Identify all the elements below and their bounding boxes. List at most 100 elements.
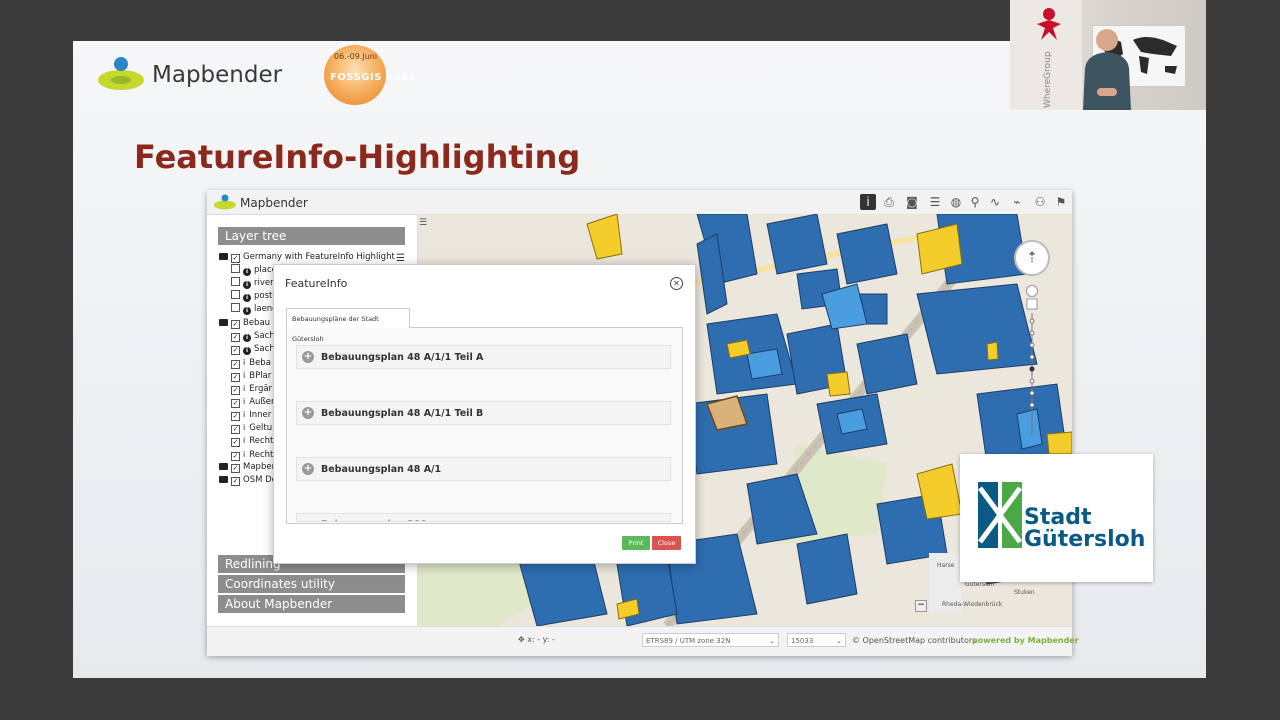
expand-icon[interactable]: + (302, 407, 314, 419)
rotate-control[interactable]: ⇡ (1014, 240, 1050, 276)
pin-icon[interactable]: ⚲ (967, 194, 983, 210)
presenter-picture (1083, 29, 1131, 110)
partner-logo-line2: Gütersloh (1024, 527, 1146, 552)
layer-checkbox[interactable]: ✓ (231, 372, 240, 382)
layer-tree-item[interactable]: ✓ Germany with FeatureInfo Highlight (219, 251, 395, 264)
layer-tree-item[interactable]: i rivers (231, 277, 278, 290)
coordinates-text: x: - y: - (527, 635, 555, 644)
powered-by[interactable]: powered by Mapbender (972, 636, 1079, 645)
expand-icon[interactable]: + (302, 463, 314, 475)
layer-checkbox[interactable]: ✓ (231, 476, 240, 486)
layer-checkbox[interactable]: ✓ (231, 359, 240, 369)
layer-label: Geltu (249, 423, 273, 434)
print-icon[interactable]: ⎙ (881, 194, 897, 210)
layer-checkbox[interactable] (231, 277, 240, 287)
wheregroup-logo-icon (1037, 8, 1061, 40)
panel-coordinates-utility[interactable]: Coordinates utility (218, 575, 405, 593)
layer-checkbox[interactable]: ✓ (231, 438, 240, 448)
layer-label: Recht (249, 449, 274, 460)
layer-tree-item[interactable]: ✓ Mapber (219, 461, 275, 474)
info-icon[interactable]: i (860, 194, 876, 210)
layer-checkbox[interactable]: ✓ (231, 345, 240, 355)
folder-icon[interactable] (219, 475, 228, 483)
folder-icon[interactable] (219, 253, 228, 260)
camera-icon[interactable]: ◙ (904, 194, 920, 210)
layer-checkbox[interactable]: ✓ (231, 451, 240, 461)
layer-tree-item[interactable]: ✓ i Recht (231, 434, 273, 448)
layer-checkbox[interactable]: ✓ (231, 463, 240, 473)
layer-tree-item[interactable]: i place (231, 264, 277, 277)
dialog-close-icon[interactable]: ✕ (670, 277, 683, 290)
info-icon[interactable]: i (243, 333, 251, 342)
map-attribution[interactable]: © OpenStreetMap contributors (852, 636, 976, 645)
info-toggle-icon[interactable]: i (243, 384, 245, 393)
info-icon[interactable]: i (243, 268, 251, 277)
sidebar-toggle-icon[interactable]: ☰ (419, 218, 429, 228)
expand-icon[interactable]: + (302, 351, 314, 363)
layer-checkbox[interactable]: ✓ (231, 319, 240, 329)
chevron-down-icon: ⌄ (769, 637, 775, 645)
legend-icon[interactable]: ☰ (927, 194, 943, 210)
info-icon[interactable]: i (243, 307, 251, 316)
info-toggle-icon[interactable]: i (243, 397, 245, 406)
layer-menu-icon[interactable]: ☰ (396, 253, 405, 264)
measure-area-icon[interactable]: ⌁ (1009, 194, 1025, 210)
fossgis-dates: 06.-09.Juni (334, 52, 378, 61)
layer-tree-item[interactable]: i postc (231, 290, 277, 303)
dialog-title: FeatureInfo (285, 277, 348, 290)
pin-tool-icon[interactable]: ⚑ (1053, 194, 1069, 210)
measure-line-icon[interactable]: ∿ (987, 194, 1003, 210)
layer-tree-header[interactable]: Layer tree (218, 227, 405, 245)
layer-checkbox[interactable] (231, 264, 240, 274)
feature-item[interactable]: Bebauungsplan 200 (296, 513, 671, 522)
feature-item[interactable]: Bebauungsplan 48 A/1/1 Teil B (296, 401, 671, 425)
info-icon[interactable]: i (243, 346, 251, 355)
zoom-out-icon[interactable]: − (915, 600, 927, 612)
layer-checkbox[interactable]: ✓ (231, 254, 240, 263)
overview-label: Gütersloh (965, 581, 995, 588)
folder-icon[interactable] (219, 462, 228, 470)
info-icon[interactable]: i (243, 294, 251, 303)
layer-checkbox[interactable]: ✓ (231, 412, 240, 422)
layer-tree-item[interactable]: ✓ i Ergär (231, 382, 272, 395)
layer-tree-item[interactable]: ✓ OSM De (219, 474, 277, 487)
layer-tree-item[interactable]: ✓ i Recht (231, 448, 273, 461)
globe-icon[interactable]: ◍ (948, 194, 964, 210)
mapbender-logo-icon (98, 57, 144, 90)
feature-item[interactable]: Bebauungsplan 48 A/1 (296, 457, 671, 481)
layer-checkbox[interactable]: ✓ (231, 386, 240, 395)
print-button[interactable]: Print (622, 536, 650, 550)
app-logo-icon (214, 194, 236, 210)
tab-bebauungsplaene[interactable]: Bebauungspläne der Stadt Gütersloh (286, 308, 410, 343)
layer-tree-item[interactable]: i laenc (231, 303, 277, 316)
layer-checkbox[interactable] (231, 303, 240, 313)
webcam-brand: WhereGroup (1043, 51, 1053, 108)
info-icon[interactable]: i (243, 281, 251, 290)
layer-tree-item[interactable]: ✓ Bebau (219, 317, 270, 330)
coordinates-display: ✥ x: - y: - (518, 635, 555, 644)
layer-tree-item[interactable]: ✓ i Beba (231, 356, 271, 369)
panel-about-mapbender[interactable]: About Mapbender (218, 595, 405, 613)
info-toggle-icon[interactable]: i (243, 423, 245, 432)
info-toggle-icon[interactable]: i (243, 450, 245, 459)
info-toggle-icon[interactable]: i (243, 436, 245, 445)
scale-select[interactable]: 15033 ⌄ (787, 633, 846, 647)
feature-item[interactable]: Bebauungsplan 48 A/1/1 Teil A (296, 345, 671, 369)
folder-icon[interactable] (219, 318, 228, 326)
info-toggle-icon[interactable]: i (243, 410, 245, 419)
layer-checkbox[interactable]: ✓ (231, 399, 240, 409)
layer-tree-item[interactable]: ✓ i Geltu (231, 421, 273, 435)
layer-tree-item[interactable]: ✓ i Inner (231, 408, 271, 422)
srs-select[interactable]: ETRS89 / UTM zone 32N ⌄ (642, 633, 779, 647)
zoom-slider[interactable] (1026, 285, 1038, 445)
crosshair-icon: ✥ (518, 635, 528, 644)
layer-tree-item[interactable]: ✓ i Außer (231, 395, 275, 409)
layer-checkbox[interactable]: ✓ (231, 425, 240, 435)
close-button[interactable]: Close (652, 536, 681, 550)
layer-checkbox[interactable] (231, 290, 240, 300)
layer-checkbox[interactable]: ✓ (231, 332, 240, 342)
group-icon[interactable]: ⚇ (1032, 194, 1048, 210)
info-toggle-icon[interactable]: i (243, 358, 245, 367)
info-toggle-icon[interactable]: i (243, 371, 245, 380)
layer-tree-item[interactable]: ✓ i BPlar (231, 369, 271, 382)
